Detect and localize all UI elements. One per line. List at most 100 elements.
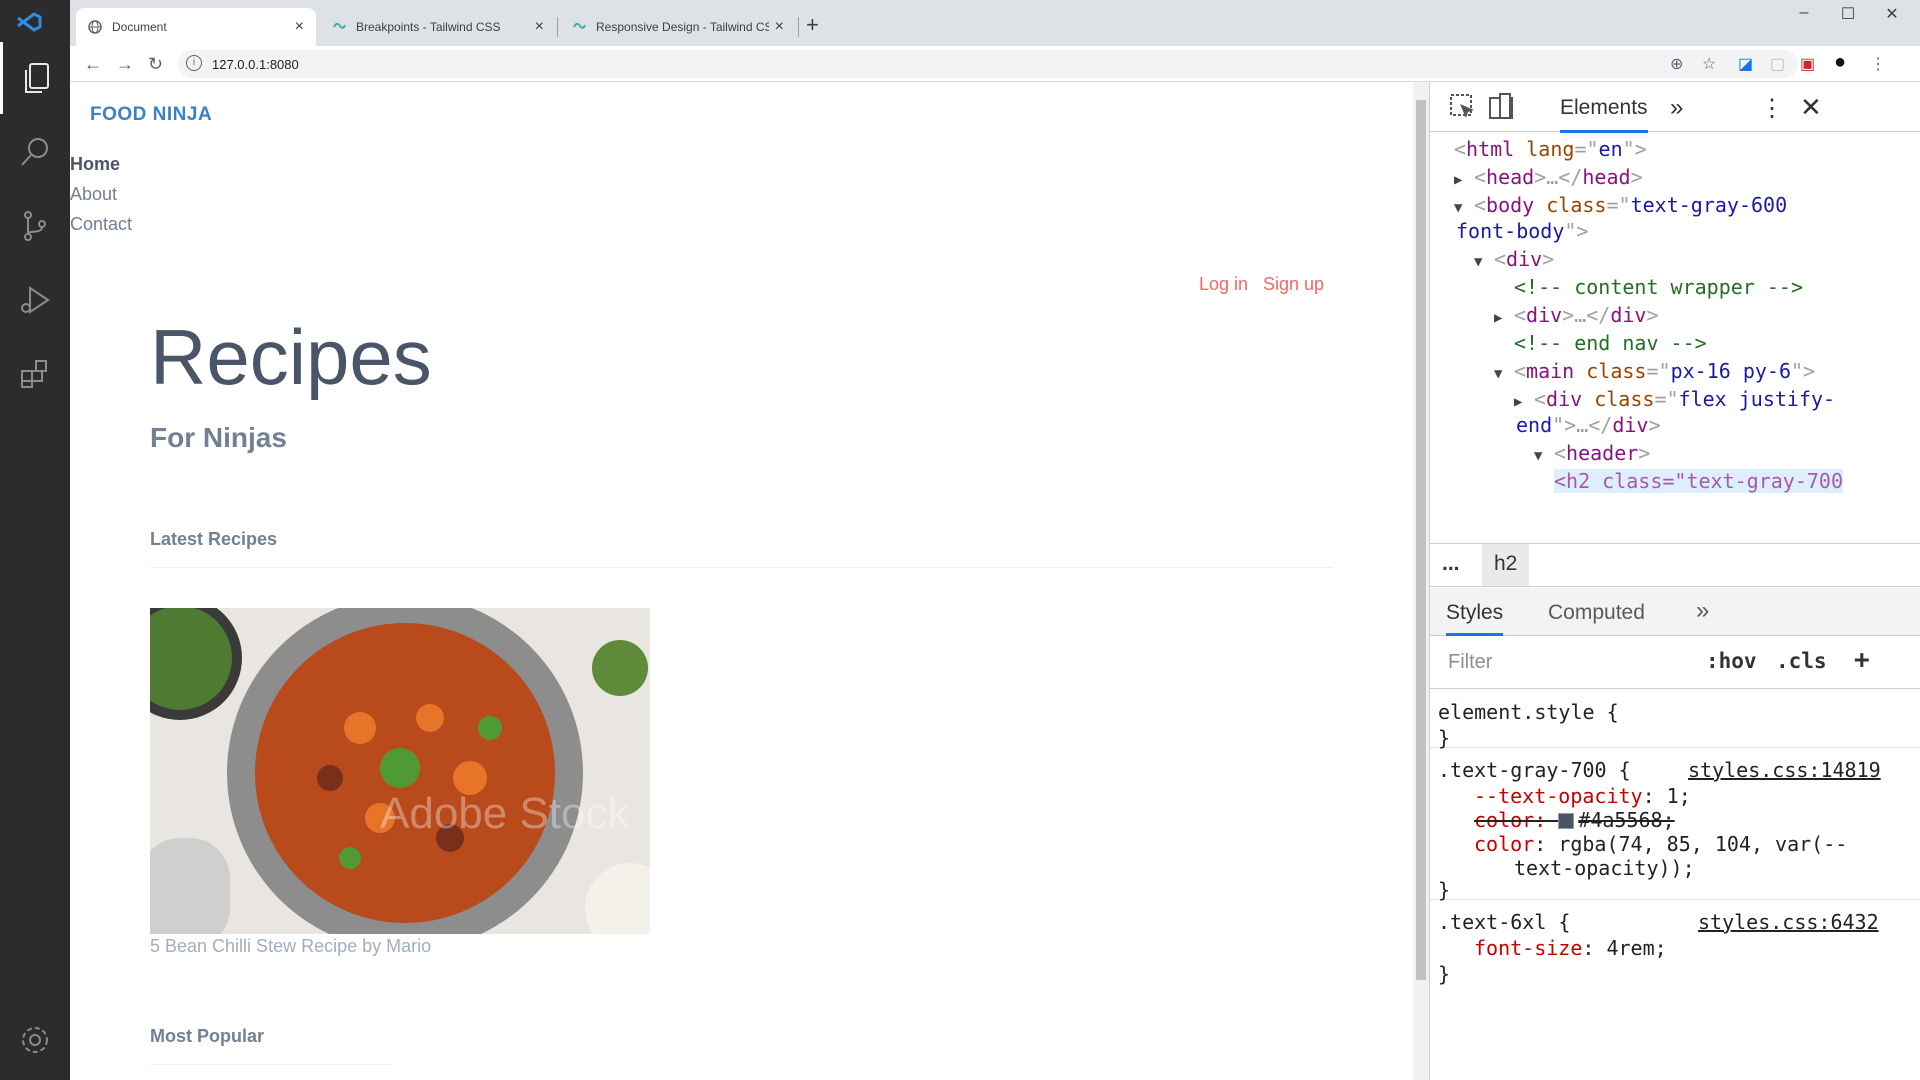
dom-node-div-collapsed[interactable]: ▶ <div>…</div> bbox=[1494, 303, 1659, 327]
extension-edit-icon[interactable]: ◪ bbox=[1738, 54, 1753, 74]
dom-node-header[interactable]: ▼ <header> bbox=[1534, 441, 1650, 465]
scroll-thumb[interactable] bbox=[1416, 100, 1426, 980]
breadcrumb-more[interactable]: ... bbox=[1442, 552, 1460, 576]
dom-tag: div bbox=[1612, 413, 1649, 437]
device-toolbar-icon[interactable] bbox=[1486, 92, 1516, 122]
breadcrumb-h2[interactable]: h2 bbox=[1482, 544, 1530, 586]
more-tabs-icon[interactable]: » bbox=[1670, 94, 1683, 122]
close-icon[interactable]: × bbox=[535, 18, 544, 36]
run-debug-icon[interactable] bbox=[0, 264, 70, 336]
collapse-triangle-icon[interactable]: ▼ bbox=[1454, 200, 1474, 216]
globe-icon bbox=[88, 20, 102, 34]
zoom-icon[interactable]: ⊕ bbox=[1670, 54, 1683, 74]
url-text[interactable]: 127.0.0.1:8080 bbox=[212, 57, 299, 72]
rule-source-link[interactable]: styles.css:14819 bbox=[1688, 758, 1881, 782]
tab-styles[interactable]: Styles bbox=[1446, 601, 1504, 636]
dom-attr-value: text-gray-600 bbox=[1630, 193, 1788, 217]
devtools-panel: Elements » ⋮ ✕ <html lang="en"> ▶ <head>…… bbox=[1429, 82, 1920, 1080]
back-icon[interactable]: ← bbox=[84, 54, 102, 75]
styles-filter-input[interactable]: Filter bbox=[1440, 645, 1690, 681]
dom-node-main[interactable]: ▼ <main class="px-16 py-6"> bbox=[1494, 359, 1815, 383]
page-scrollbar[interactable] bbox=[1413, 82, 1429, 1080]
explorer-icon[interactable] bbox=[0, 42, 70, 114]
pdf-extension-icon[interactable]: ▣ bbox=[1800, 54, 1815, 74]
inspect-element-icon[interactable] bbox=[1448, 92, 1478, 122]
tab-strip: Document × Breakpoints - Tailwind CSS × … bbox=[70, 0, 1920, 46]
search-icon[interactable] bbox=[0, 116, 70, 188]
dom-node-h2-selected[interactable]: <h2 class="text-gray-700 bbox=[1554, 469, 1843, 493]
extension-blank-icon[interactable]: ▢ bbox=[1770, 54, 1785, 74]
nav-about-link[interactable]: About bbox=[70, 184, 117, 205]
extensions-icon[interactable] bbox=[0, 338, 70, 410]
tab-computed[interactable]: Computed bbox=[1548, 601, 1645, 625]
nav-contact-link[interactable]: Contact bbox=[70, 214, 132, 235]
source-control-icon[interactable] bbox=[0, 190, 70, 262]
collapse-triangle-icon[interactable]: ▼ bbox=[1474, 254, 1494, 270]
tab-responsive-design[interactable]: Responsive Design - Tailwind CSS × bbox=[560, 8, 796, 46]
expand-triangle-icon[interactable]: ▶ bbox=[1514, 394, 1534, 410]
rule-selector[interactable]: .text-6xl { bbox=[1438, 910, 1570, 934]
address-bar[interactable]: i 127.0.0.1:8080 bbox=[178, 50, 1798, 78]
tab-document[interactable]: Document × bbox=[76, 8, 316, 46]
style-property-overridden[interactable]: color: #4a5568; bbox=[1474, 808, 1675, 832]
hover-state-button[interactable]: :hov bbox=[1706, 649, 1757, 673]
info-icon[interactable]: i bbox=[186, 55, 202, 71]
dom-node-body-cont[interactable]: font-body"> bbox=[1456, 219, 1588, 243]
style-property[interactable]: --text-opacity: 1; bbox=[1474, 784, 1691, 808]
dom-tag: div bbox=[1506, 247, 1543, 271]
dom-attr-value: font-body bbox=[1456, 219, 1565, 243]
dom-node-head[interactable]: ▶ <head>…</head> bbox=[1454, 165, 1643, 189]
expand-triangle-icon[interactable]: ▶ bbox=[1494, 310, 1514, 326]
new-tab-button[interactable]: + bbox=[806, 12, 819, 38]
signup-link[interactable]: Sign up bbox=[1263, 274, 1324, 295]
nav-home-link[interactable]: Home bbox=[70, 154, 120, 175]
tab-elements[interactable]: Elements bbox=[1560, 96, 1648, 133]
color-swatch[interactable] bbox=[1558, 813, 1575, 829]
tab-breakpoints[interactable]: Breakpoints - Tailwind CSS × bbox=[320, 8, 556, 46]
avatar[interactable]: ● bbox=[1834, 51, 1846, 74]
dom-tag: header bbox=[1566, 441, 1639, 465]
style-property[interactable]: font-size: 4rem; bbox=[1474, 936, 1667, 960]
new-style-rule-button[interactable]: + bbox=[1854, 645, 1870, 675]
dom-tag: main bbox=[1526, 359, 1575, 383]
dom-tag: head bbox=[1582, 165, 1631, 189]
style-property[interactable]: color: rgba(74, 85, 104, var(-- bbox=[1474, 832, 1847, 856]
dom-tag: body bbox=[1486, 193, 1535, 217]
dom-comment[interactable]: <!-- end nav --> bbox=[1514, 331, 1707, 355]
bookmark-star-icon[interactable]: ☆ bbox=[1702, 54, 1716, 74]
reload-icon[interactable]: ↻ bbox=[148, 54, 163, 75]
more-tabs-icon[interactable]: » bbox=[1696, 597, 1709, 625]
dom-tag: div bbox=[1610, 303, 1647, 327]
page-title: Recipes bbox=[150, 313, 432, 401]
dom-node-div[interactable]: ▼ <div> bbox=[1474, 247, 1554, 271]
recipe-image[interactable]: Adobe Stock bbox=[150, 608, 650, 934]
forward-icon[interactable]: → bbox=[116, 54, 134, 75]
close-icon[interactable]: × bbox=[775, 18, 784, 36]
maximize-icon[interactable]: ☐ bbox=[1826, 4, 1870, 24]
dom-node-flex-div[interactable]: ▶ <div class="flex justify- bbox=[1514, 387, 1835, 411]
expand-triangle-icon[interactable]: ▶ bbox=[1454, 172, 1474, 188]
recipe-caption[interactable]: 5 Bean Chilli Stew Recipe by Mario bbox=[150, 936, 431, 957]
browser-menu-icon[interactable]: ⋮ bbox=[1870, 54, 1886, 74]
dom-node-html[interactable]: <html lang="en"> bbox=[1454, 137, 1647, 161]
settings-gear-icon[interactable] bbox=[0, 1004, 70, 1076]
close-window-icon[interactable]: ✕ bbox=[1870, 4, 1914, 24]
dom-comment[interactable]: <!-- content wrapper --> bbox=[1514, 275, 1803, 299]
dom-attr-value: end bbox=[1516, 413, 1553, 437]
dom-node-flex-div-cont[interactable]: end">…</div> bbox=[1516, 413, 1661, 437]
rule-selector[interactable]: .text-gray-700 { bbox=[1438, 758, 1631, 782]
collapse-triangle-icon[interactable]: ▼ bbox=[1494, 366, 1514, 382]
minimize-icon[interactable]: – bbox=[1782, 4, 1826, 22]
class-toggle-button[interactable]: .cls bbox=[1776, 649, 1827, 673]
kebab-menu-icon[interactable]: ⋮ bbox=[1760, 94, 1784, 123]
dom-node-body[interactable]: ▼ <body class="text-gray-600 bbox=[1454, 193, 1787, 217]
collapse-triangle-icon[interactable]: ▼ bbox=[1534, 448, 1554, 464]
styles-pane: element.style { } .text-gray-700 { style… bbox=[1430, 690, 1920, 1080]
close-icon[interactable]: × bbox=[295, 18, 304, 36]
close-devtools-icon[interactable]: ✕ bbox=[1800, 92, 1822, 123]
rule-source-link[interactable]: styles.css:6432 bbox=[1698, 910, 1879, 934]
rule-element-style: element.style { } bbox=[1430, 690, 1920, 750]
site-brand[interactable]: FOOD NINJA bbox=[90, 104, 212, 126]
rule-selector[interactable]: element.style { bbox=[1438, 700, 1619, 724]
login-link[interactable]: Log in bbox=[1199, 274, 1248, 295]
